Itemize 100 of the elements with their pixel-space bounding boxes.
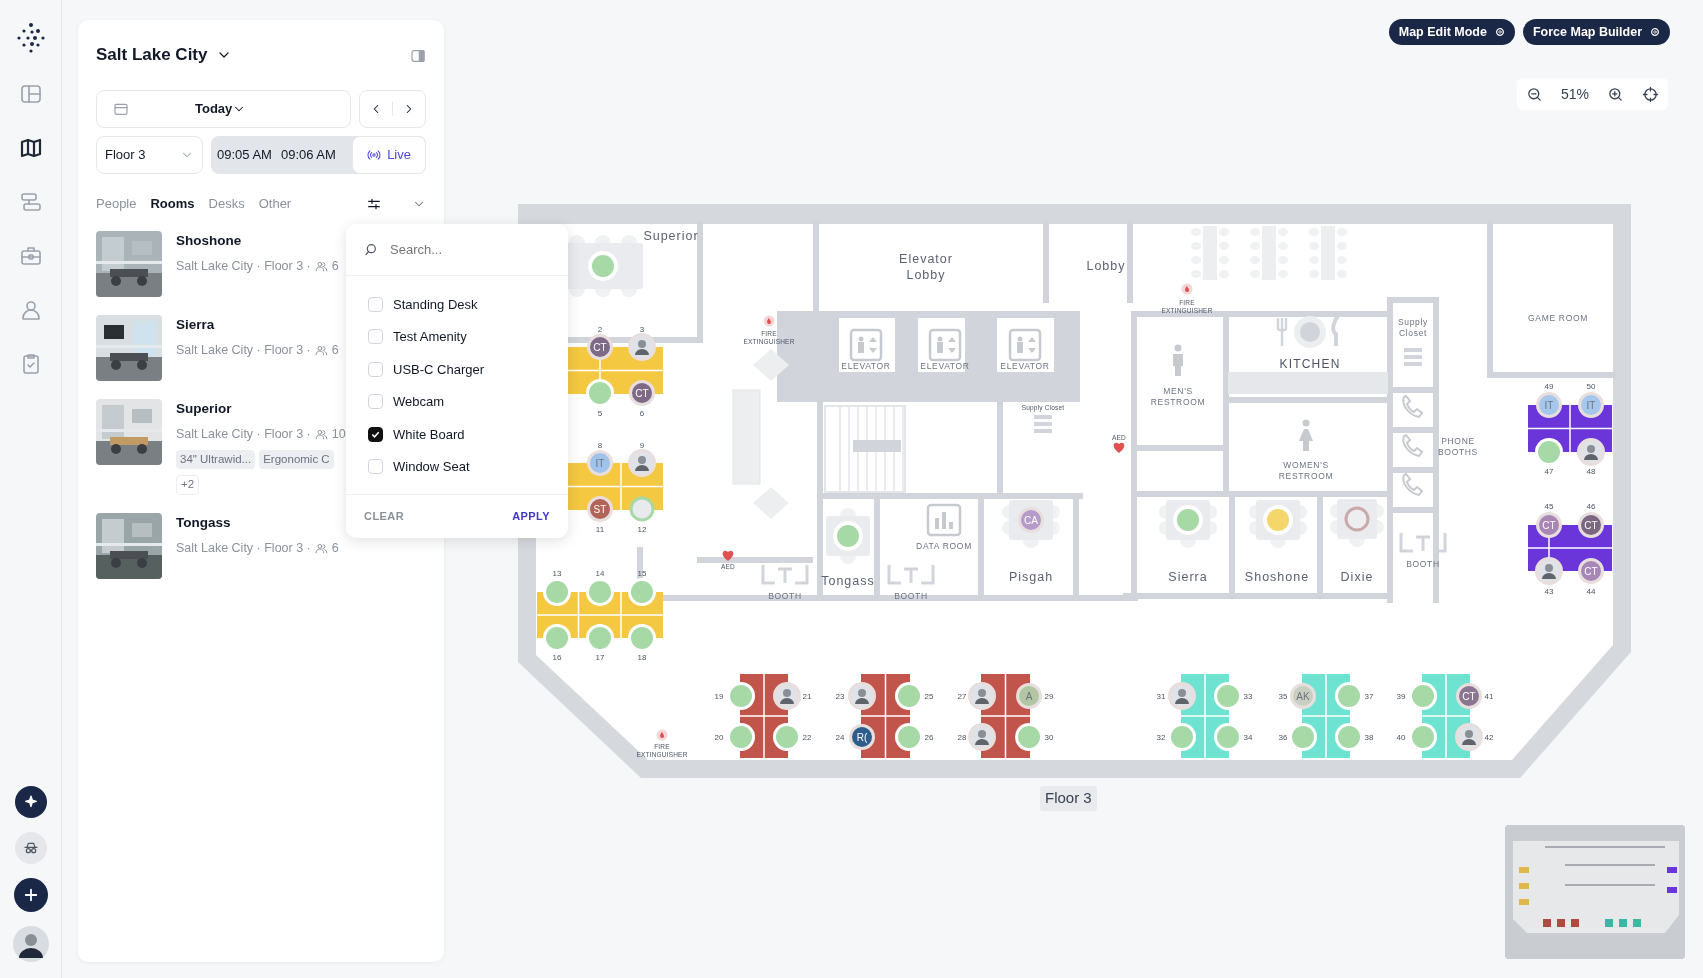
desk-number: 34 xyxy=(1243,733,1253,742)
settings-icon xyxy=(1494,27,1505,37)
desk-number: 6 xyxy=(639,409,645,418)
checkbox[interactable] xyxy=(368,426,383,442)
zoom-out-icon[interactable] xyxy=(1526,85,1543,103)
room-capacity: 6 xyxy=(331,258,339,276)
apply-button[interactable]: APPLY xyxy=(512,508,550,525)
desk-number: 41 xyxy=(1484,692,1494,701)
desk-number: 31 xyxy=(1156,692,1166,701)
room-label: Pisgah xyxy=(1008,568,1054,586)
add-button[interactable] xyxy=(13,878,48,912)
date-picker[interactable]: Today xyxy=(96,89,351,128)
desk-number: 20 xyxy=(714,733,724,742)
area-label: ELEVATOR xyxy=(920,361,970,373)
amenity-tag: Ergonomic C xyxy=(259,450,334,470)
amenity-tag: 34" Ultrawid... xyxy=(176,450,256,470)
desk-number: 40 xyxy=(1396,733,1406,742)
desk-number: 35 xyxy=(1278,692,1288,701)
desk-number: 50 xyxy=(1586,382,1596,391)
elevator-icon xyxy=(849,328,883,362)
desk-number: 11 xyxy=(595,525,605,534)
assistant-button[interactable] xyxy=(14,786,47,818)
start-time[interactable]: 09:05 AM xyxy=(217,144,272,165)
people-icon xyxy=(314,260,328,274)
desk-number: 39 xyxy=(1396,692,1406,701)
more-tag[interactable]: +2 xyxy=(176,475,200,495)
phone-icon xyxy=(1402,395,1423,418)
floor-label: Floor 3 xyxy=(1040,786,1097,811)
available-seat[interactable] xyxy=(773,723,801,751)
live-button[interactable]: Live xyxy=(352,135,426,174)
location-selector[interactable]: Salt Lake City xyxy=(96,42,232,68)
desk-number: 38 xyxy=(1364,733,1374,742)
fire-extinguisher-icon xyxy=(763,315,775,327)
floor-selector[interactable]: Floor 3 xyxy=(96,135,203,174)
desk-number: 37 xyxy=(1364,692,1374,701)
amenity-option[interactable]: White Board xyxy=(346,418,568,451)
area-label: BOOTH xyxy=(768,591,802,603)
zoom-level: 51% xyxy=(1560,84,1589,104)
room-location: Salt Lake City · Floor 3 · xyxy=(176,258,311,276)
available-seat[interactable] xyxy=(727,723,755,751)
desk-number: 33 xyxy=(1243,692,1253,701)
zoom-in-icon[interactable] xyxy=(1607,85,1624,103)
desk-number: 45 xyxy=(1544,502,1554,511)
room-label: Dixie xyxy=(1340,568,1374,586)
available-seat[interactable] xyxy=(1015,723,1043,751)
map-icon[interactable] xyxy=(18,136,43,160)
available-seat[interactable] xyxy=(1535,438,1563,466)
room-capacity: 10 xyxy=(331,426,346,444)
area-label: Supply Closet xyxy=(1396,316,1430,340)
crosshair-icon[interactable] xyxy=(1641,85,1659,103)
people-icon xyxy=(314,541,328,555)
option-label: Webcam xyxy=(393,393,445,411)
briefcase-icon[interactable] xyxy=(18,244,43,268)
amenity-option[interactable]: Webcam xyxy=(346,385,568,418)
option-label: White Board xyxy=(393,425,465,444)
desk-number: 8 xyxy=(597,441,603,450)
room-name[interactable]: Superior xyxy=(176,399,346,420)
desk-number: 18 xyxy=(637,653,647,662)
desk-number: 14 xyxy=(595,569,605,578)
desk-number: 9 xyxy=(639,441,645,450)
amenity-option[interactable]: Test Amenity xyxy=(346,320,568,353)
date-value[interactable]: Today xyxy=(195,98,233,119)
mode-button[interactable]: Force Map Builder xyxy=(1522,19,1670,45)
booth-icon xyxy=(1399,531,1447,553)
desk-number: 36 xyxy=(1278,733,1288,742)
fire-extinguisher-icon xyxy=(1181,283,1193,295)
desk-number: 3 xyxy=(639,325,645,334)
available-seat[interactable] xyxy=(727,682,755,710)
available-seat[interactable] xyxy=(895,723,923,751)
mode-button[interactable]: Map Edit Mode xyxy=(1388,19,1515,45)
room-name[interactable]: Shoshone xyxy=(176,231,339,252)
room-name[interactable]: Sierra xyxy=(176,315,339,336)
server-icon[interactable] xyxy=(18,190,43,214)
filter-tab[interactable]: Rooms xyxy=(150,193,195,213)
sidebar-toggle-icon[interactable] xyxy=(410,47,426,64)
desk-number: 26 xyxy=(924,733,934,742)
amenity-option[interactable]: Window Seat xyxy=(346,450,568,483)
incognito-button[interactable] xyxy=(14,832,47,864)
layout-icon[interactable] xyxy=(18,82,43,106)
amenity-option[interactable]: Standing Desk xyxy=(346,288,568,321)
option-label: Window Seat xyxy=(393,458,470,476)
area-label: MEN'S RESTROOM xyxy=(1149,385,1207,409)
room-name[interactable]: Tongass xyxy=(176,512,339,533)
desk-number: 48 xyxy=(1586,467,1596,476)
amenity-option[interactable]: USB-C Charger xyxy=(346,353,568,386)
man-icon xyxy=(1173,344,1183,376)
desk-number: 30 xyxy=(1044,733,1054,742)
desk-number: 5 xyxy=(597,409,603,418)
desk-number: 21 xyxy=(802,692,812,701)
user-avatar[interactable] xyxy=(12,926,49,962)
desk-number: 27 xyxy=(957,692,967,701)
bar-chart-icon xyxy=(926,503,962,537)
available-seat[interactable] xyxy=(895,682,923,710)
desk-number: 29 xyxy=(1044,692,1054,701)
incognito-icon xyxy=(22,840,39,856)
room-capacity: 6 xyxy=(331,342,339,360)
woman-icon xyxy=(1299,419,1313,451)
area-label: GAME ROOM xyxy=(1528,313,1588,325)
broadcast-icon xyxy=(367,147,382,162)
end-time[interactable]: 09:06 AM xyxy=(280,144,336,165)
